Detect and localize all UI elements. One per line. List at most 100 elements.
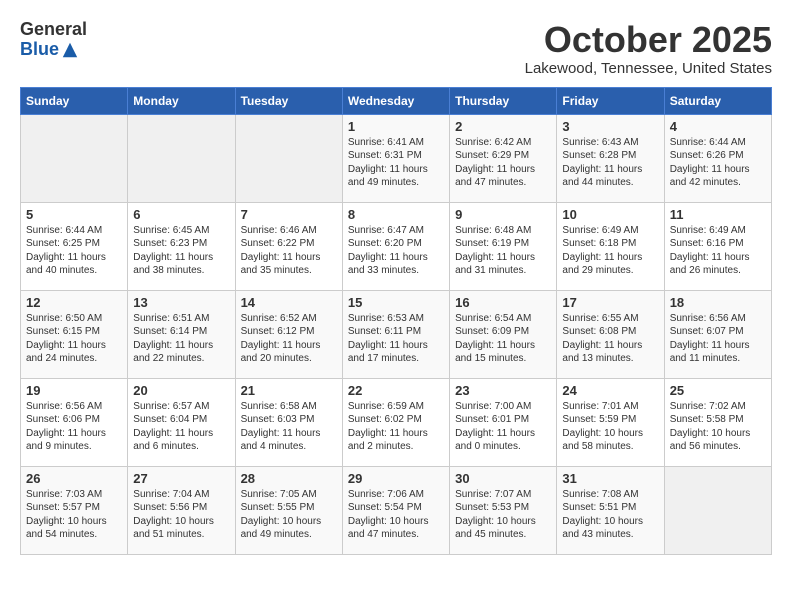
calendar-cell: 19 Sunrise: 6:56 AM Sunset: 6:06 PM Dayli… [21, 378, 128, 466]
cell-content: Sunrise: 6:58 AM Sunset: 6:03 PM Dayligh… [241, 400, 337, 454]
logo-blue: Blue [20, 40, 59, 60]
location: Lakewood, Tennessee, United States [525, 60, 772, 77]
cell-content: Sunrise: 6:44 AM Sunset: 6:25 PM Dayligh… [26, 224, 122, 278]
cell-content: Sunrise: 7:04 AM Sunset: 5:56 PM Dayligh… [133, 488, 229, 542]
day-number: 5 [26, 207, 122, 222]
cell-content: Sunrise: 6:49 AM Sunset: 6:16 PM Dayligh… [670, 224, 766, 278]
cell-content: Sunrise: 7:07 AM Sunset: 5:53 PM Dayligh… [455, 488, 551, 542]
day-number: 31 [562, 471, 658, 486]
day-number: 3 [562, 119, 658, 134]
calendar-cell: 9 Sunrise: 6:48 AM Sunset: 6:19 PM Daylig… [450, 202, 557, 290]
day-number: 30 [455, 471, 551, 486]
calendar-cell: 22Sunrise: 6:59 AM Sunset: 6:02 PM Dayli… [342, 378, 449, 466]
cell-content: Sunrise: 6:56 AM Sunset: 6:07 PM Dayligh… [670, 312, 766, 366]
cell-content: Sunrise: 6:41 AM Sunset: 6:31 PM Dayligh… [348, 136, 444, 190]
cell-content: Sunrise: 6:43 AM Sunset: 6:28 PM Dayligh… [562, 136, 658, 190]
calendar-cell: 29 Sunrise: 7:06 AM Sunset: 5:54 PM Dayli… [342, 466, 449, 554]
calendar-cell: 25Sunrise: 7:02 AM Sunset: 5:58 PM Dayli… [664, 378, 771, 466]
day-number: 6 [133, 207, 229, 222]
calendar-cell: 17 Sunrise: 6:55 AM Sunset: 6:08 PM Dayli… [557, 290, 664, 378]
calendar-cell: 18Sunrise: 6:56 AM Sunset: 6:07 PM Dayli… [664, 290, 771, 378]
calendar-cell: 10 Sunrise: 6:49 AM Sunset: 6:18 PM Dayli… [557, 202, 664, 290]
calendar-cell: 26 Sunrise: 7:03 AM Sunset: 5:57 PM Dayli… [21, 466, 128, 554]
day-number: 17 [562, 295, 658, 310]
day-number: 12 [26, 295, 122, 310]
calendar-cell: 24 Sunrise: 7:01 AM Sunset: 5:59 PM Dayli… [557, 378, 664, 466]
day-number: 8 [348, 207, 444, 222]
calendar-cell: 13Sunrise: 6:51 AM Sunset: 6:14 PM Dayli… [128, 290, 235, 378]
calendar-cell: 31 Sunrise: 7:08 AM Sunset: 5:51 PM Dayli… [557, 466, 664, 554]
calendar-cell [21, 114, 128, 202]
calendar-cell: 11 Sunrise: 6:49 AM Sunset: 6:16 PM Dayli… [664, 202, 771, 290]
day-number: 9 [455, 207, 551, 222]
weekday-header: Sunday [21, 87, 128, 114]
calendar-cell: 3 Sunrise: 6:43 AM Sunset: 6:28 PM Daylig… [557, 114, 664, 202]
month-title: October 2025 [525, 20, 772, 60]
cell-content: Sunrise: 6:52 AM Sunset: 6:12 PM Dayligh… [241, 312, 337, 366]
cell-content: Sunrise: 6:56 AM Sunset: 6:06 PM Dayligh… [26, 400, 122, 454]
cell-content: Sunrise: 6:57 AM Sunset: 6:04 PM Dayligh… [133, 400, 229, 454]
calendar-cell: 16 Sunrise: 6:54 AM Sunset: 6:09 PM Dayli… [450, 290, 557, 378]
cell-content: Sunrise: 6:55 AM Sunset: 6:08 PM Dayligh… [562, 312, 658, 366]
calendar-cell: 6 Sunrise: 6:45 AM Sunset: 6:23 PM Daylig… [128, 202, 235, 290]
cell-content: Sunrise: 7:05 AM Sunset: 5:55 PM Dayligh… [241, 488, 337, 542]
calendar-cell: 4 Sunrise: 6:44 AM Sunset: 6:26 PM Daylig… [664, 114, 771, 202]
day-number: 1 [348, 119, 444, 134]
cell-content: Sunrise: 7:03 AM Sunset: 5:57 PM Dayligh… [26, 488, 122, 542]
calendar-week-row: 5 Sunrise: 6:44 AM Sunset: 6:25 PM Daylig… [21, 202, 772, 290]
calendar-cell: 2Sunrise: 6:42 AM Sunset: 6:29 PM Daylig… [450, 114, 557, 202]
cell-content: Sunrise: 6:46 AM Sunset: 6:22 PM Dayligh… [241, 224, 337, 278]
cell-content: Sunrise: 6:44 AM Sunset: 6:26 PM Dayligh… [670, 136, 766, 190]
cell-content: Sunrise: 7:08 AM Sunset: 5:51 PM Dayligh… [562, 488, 658, 542]
day-number: 22 [348, 383, 444, 398]
logo: General Blue [20, 20, 87, 60]
day-number: 4 [670, 119, 766, 134]
weekday-header: Thursday [450, 87, 557, 114]
day-number: 19 [26, 383, 122, 398]
cell-content: Sunrise: 7:01 AM Sunset: 5:59 PM Dayligh… [562, 400, 658, 454]
day-number: 26 [26, 471, 122, 486]
day-number: 16 [455, 295, 551, 310]
day-number: 21 [241, 383, 337, 398]
calendar-cell: 15Sunrise: 6:53 AM Sunset: 6:11 PM Dayli… [342, 290, 449, 378]
logo-icon [61, 41, 79, 59]
cell-content: Sunrise: 6:49 AM Sunset: 6:18 PM Dayligh… [562, 224, 658, 278]
calendar-cell [664, 466, 771, 554]
cell-content: Sunrise: 6:45 AM Sunset: 6:23 PM Dayligh… [133, 224, 229, 278]
calendar-cell: 20 Sunrise: 6:57 AM Sunset: 6:04 PM Dayli… [128, 378, 235, 466]
cell-content: Sunrise: 6:53 AM Sunset: 6:11 PM Dayligh… [348, 312, 444, 366]
cell-content: Sunrise: 6:47 AM Sunset: 6:20 PM Dayligh… [348, 224, 444, 278]
day-number: 24 [562, 383, 658, 398]
day-number: 29 [348, 471, 444, 486]
day-number: 7 [241, 207, 337, 222]
weekday-header: Friday [557, 87, 664, 114]
calendar-cell: 27 Sunrise: 7:04 AM Sunset: 5:56 PM Dayli… [128, 466, 235, 554]
day-number: 13 [133, 295, 229, 310]
calendar-cell: 8 Sunrise: 6:47 AM Sunset: 6:20 PM Daylig… [342, 202, 449, 290]
cell-content: Sunrise: 6:50 AM Sunset: 6:15 PM Dayligh… [26, 312, 122, 366]
weekday-header: Tuesday [235, 87, 342, 114]
day-number: 10 [562, 207, 658, 222]
cell-content: Sunrise: 6:54 AM Sunset: 6:09 PM Dayligh… [455, 312, 551, 366]
weekday-header: Saturday [664, 87, 771, 114]
calendar-week-row: 26 Sunrise: 7:03 AM Sunset: 5:57 PM Dayli… [21, 466, 772, 554]
calendar-cell [235, 114, 342, 202]
calendar-cell: 21 Sunrise: 6:58 AM Sunset: 6:03 PM Dayli… [235, 378, 342, 466]
calendar-week-row: 19 Sunrise: 6:56 AM Sunset: 6:06 PM Dayli… [21, 378, 772, 466]
logo-general: General [20, 20, 87, 40]
weekday-header-row: SundayMondayTuesdayWednesdayThursdayFrid… [21, 87, 772, 114]
calendar-cell: 23Sunrise: 7:00 AM Sunset: 6:01 PM Dayli… [450, 378, 557, 466]
cell-content: Sunrise: 6:48 AM Sunset: 6:19 PM Dayligh… [455, 224, 551, 278]
day-number: 20 [133, 383, 229, 398]
day-number: 27 [133, 471, 229, 486]
calendar-week-row: 1 Sunrise: 6:41 AM Sunset: 6:31 PM Daylig… [21, 114, 772, 202]
day-number: 11 [670, 207, 766, 222]
calendar-cell [128, 114, 235, 202]
day-number: 23 [455, 383, 551, 398]
weekday-header: Wednesday [342, 87, 449, 114]
day-number: 2 [455, 119, 551, 134]
calendar-cell: 7 Sunrise: 6:46 AM Sunset: 6:22 PM Daylig… [235, 202, 342, 290]
cell-content: Sunrise: 7:06 AM Sunset: 5:54 PM Dayligh… [348, 488, 444, 542]
calendar-cell: 28Sunrise: 7:05 AM Sunset: 5:55 PM Dayli… [235, 466, 342, 554]
day-number: 25 [670, 383, 766, 398]
